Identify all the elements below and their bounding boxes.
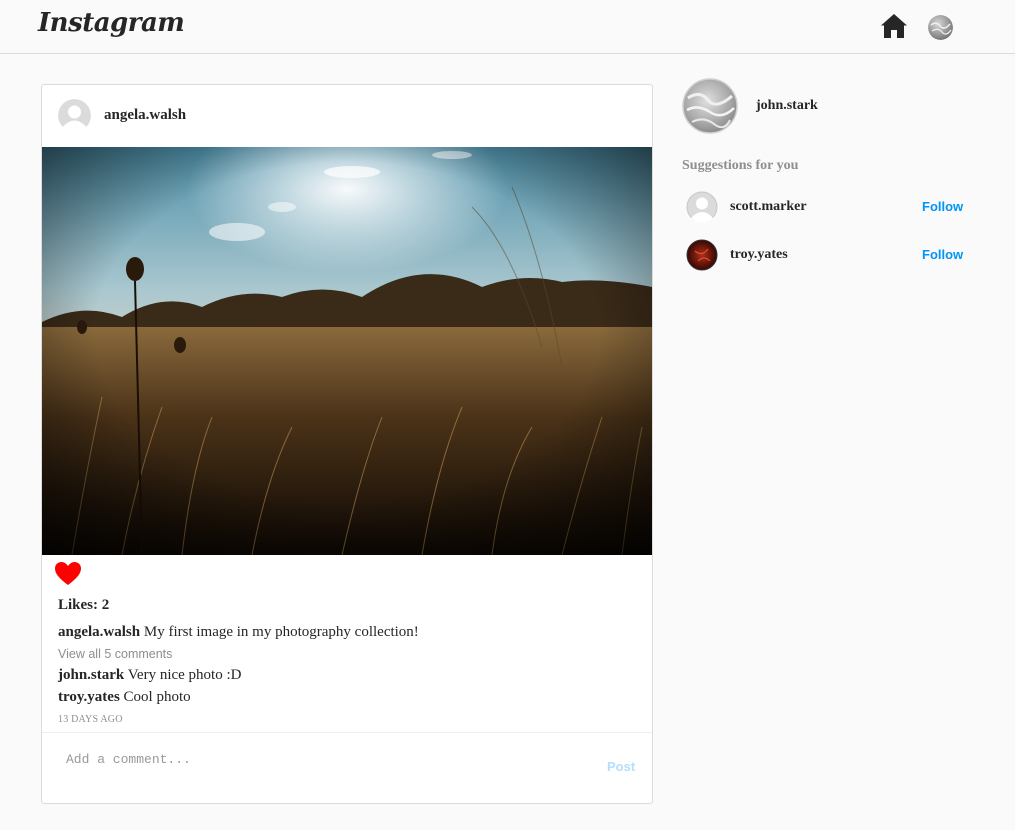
likes-label: Likes: bbox=[58, 597, 99, 613]
follow-button[interactable]: Follow bbox=[922, 247, 963, 262]
suggestions-title: Suggestions for you bbox=[682, 158, 799, 173]
suggestion-item: troy.yates Follow bbox=[686, 239, 966, 271]
comment-divider bbox=[42, 732, 652, 733]
post-author-username[interactable]: angela.walsh bbox=[104, 107, 186, 124]
likes-count: Likes: 2 bbox=[58, 597, 109, 614]
post-timestamp: 13 DAYS AGO bbox=[58, 714, 123, 725]
comment-text: Cool photo bbox=[123, 689, 191, 705]
suggestion-username[interactable]: troy.yates bbox=[730, 247, 788, 263]
suggestion-item: scott.marker Follow bbox=[686, 191, 966, 223]
follow-button[interactable]: Follow bbox=[922, 199, 963, 214]
heart-icon[interactable] bbox=[54, 561, 82, 587]
post-comment-button[interactable]: Post bbox=[607, 759, 635, 774]
suggestion-username[interactable]: scott.marker bbox=[730, 199, 807, 215]
comment-username[interactable]: troy.yates bbox=[58, 689, 120, 705]
home-icon[interactable] bbox=[880, 13, 908, 39]
comment-username[interactable]: john.stark bbox=[58, 667, 124, 683]
comment-item: john.stark Very nice photo :D bbox=[58, 667, 241, 684]
likes-number: 2 bbox=[101, 597, 110, 613]
default-avatar-icon[interactable] bbox=[686, 191, 718, 223]
caption-text: My first image in my photography collect… bbox=[143, 624, 419, 640]
current-user-avatar[interactable] bbox=[682, 78, 738, 134]
add-comment-input[interactable] bbox=[66, 747, 606, 771]
current-user-username[interactable]: john.stark bbox=[756, 98, 818, 114]
comment-item: troy.yates Cool photo bbox=[58, 689, 191, 706]
instagram-logo[interactable]: Instagram bbox=[38, 8, 185, 38]
post-caption: angela.walsh My first image in my photog… bbox=[58, 624, 419, 641]
suggestion-avatar[interactable] bbox=[686, 239, 718, 271]
default-avatar-icon[interactable] bbox=[58, 99, 91, 132]
caption-username[interactable]: angela.walsh bbox=[58, 624, 140, 640]
post-card: angela.walsh Likes: 2 angela.walsh My fi… bbox=[41, 84, 653, 804]
top-nav-bar: Instagram bbox=[0, 0, 1015, 54]
post-header: angela.walsh bbox=[42, 85, 652, 147]
comment-text: Very nice photo :D bbox=[127, 667, 242, 683]
profile-avatar-icon[interactable] bbox=[928, 15, 953, 40]
post-photo[interactable] bbox=[42, 147, 652, 555]
view-all-comments-link[interactable]: View all 5 comments bbox=[58, 647, 172, 661]
